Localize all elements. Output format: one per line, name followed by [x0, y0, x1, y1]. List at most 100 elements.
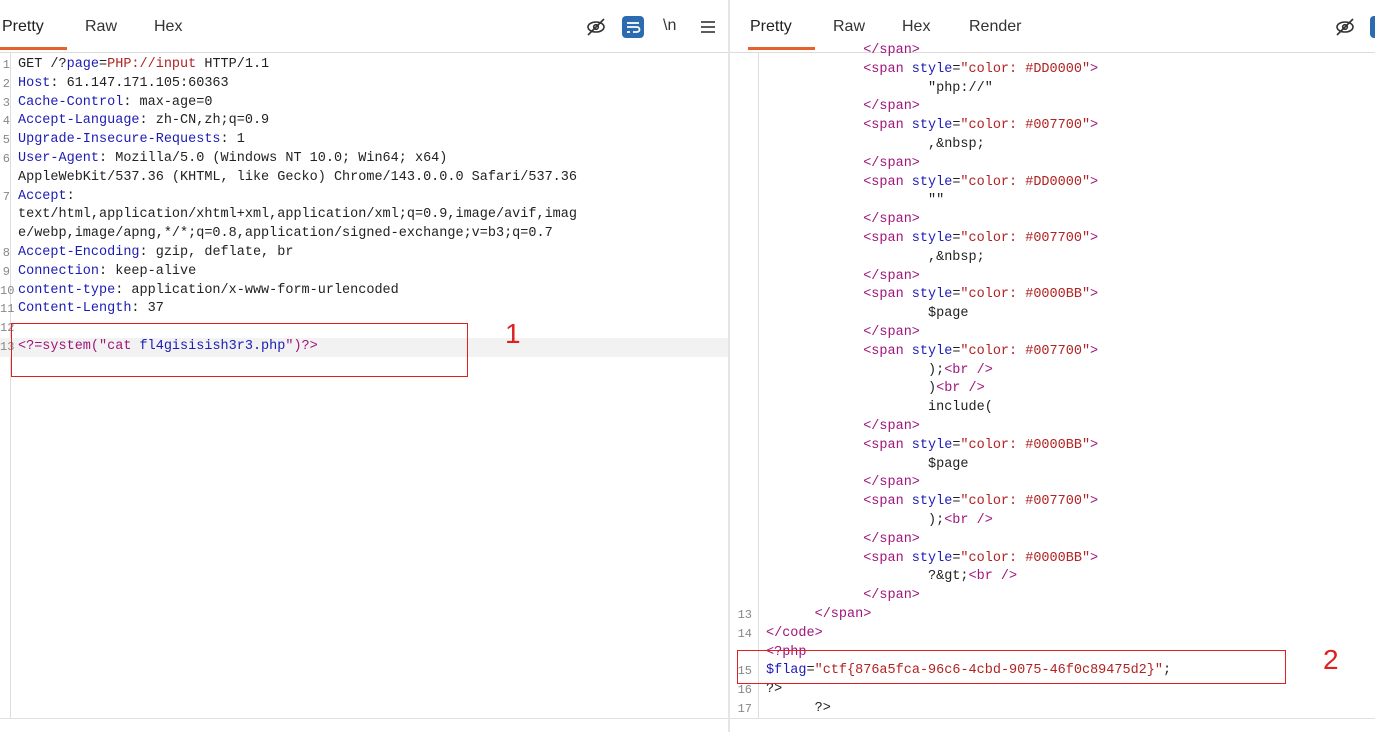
code-line: 17 ?> [730, 700, 1375, 719]
code-text: Connection: keep-alive [18, 263, 197, 279]
line-number: 8 [2, 246, 10, 260]
wrap-lines-icon[interactable] [1370, 16, 1375, 38]
code-text: <span style="color: #0000BB"> [863, 287, 1099, 303]
code-line: $page [730, 456, 1375, 475]
code-text: Content-Length: 37 [18, 301, 164, 317]
tab-hex[interactable]: Hex [902, 18, 930, 36]
code-text: User-Agent: Mozilla/5.0 (Windows NT 10.0… [18, 151, 448, 166]
code-line[interactable]: 8 Accept-Encoding: gzip, deflate, br [0, 244, 728, 263]
code-line: </span> [730, 155, 1375, 174]
request-tabbar: Pretty Raw Hex \n [0, 0, 728, 53]
code-text: <span style="color: #DD0000"> [863, 61, 1099, 77]
line-number: 4 [2, 114, 10, 129]
code-text: <span style="color: #0000BB"> [863, 437, 1099, 453]
tab-pretty[interactable]: Pretty [2, 18, 44, 36]
line-number: 9 [2, 264, 10, 279]
code-line[interactable]: 4 Accept-Language: zh-CN,zh;q=0.9 [0, 112, 728, 131]
code-line: </span> [730, 531, 1375, 550]
response-pane: Pretty Raw Hex Render </span> <span style… [730, 0, 1375, 732]
code-line[interactable]: 11 Content-Length: 37 [0, 300, 728, 319]
eye-off-icon[interactable] [585, 16, 607, 38]
line-number: 11 [0, 302, 15, 317]
line-number: 7 [2, 189, 10, 204]
pane-bottom-border [0, 718, 728, 719]
code-text: Accept-Encoding: gzip, deflate, br [18, 245, 294, 260]
tab-hex[interactable]: Hex [154, 18, 182, 36]
code-line: ?&gt;<br /> [730, 568, 1375, 587]
code-line: );<br /> [730, 512, 1375, 531]
code-text: <span style="color: #DD0000"> [863, 174, 1099, 190]
line-number: 5 [2, 133, 10, 148]
code-text: GET /?page=PHP://input HTTP/1.1 [18, 57, 270, 72]
code-line: <span style="color: #007700"> [730, 343, 1375, 362]
code-line[interactable]: 5 Upgrade-Insecure-Requests: 1 [0, 131, 728, 150]
tab-render[interactable]: Render [969, 18, 1021, 36]
code-line: </span> [730, 324, 1375, 343]
code-line[interactable]: 9 Connection: keep-alive [0, 263, 728, 282]
code-text: $page [928, 456, 969, 472]
code-line: ,&nbsp; [730, 249, 1375, 268]
code-line[interactable]: 1 GET /?page=PHP://input HTTP/1.1 [0, 56, 728, 75]
code-line: <span style="color: #DD0000"> [730, 174, 1375, 193]
code-text: <span style="color: #007700"> [863, 118, 1099, 134]
tab-raw[interactable]: Raw [833, 18, 865, 36]
code-line: <span style="color: #0000BB"> [730, 286, 1375, 305]
code-text: <span style="color: #0000BB"> [863, 550, 1099, 566]
code-text: text/html,application/xhtml+xml,applicat… [18, 207, 577, 223]
line-number: 1 [2, 58, 10, 72]
code-text: )<br /> [928, 381, 985, 397]
code-text: </span> [863, 588, 920, 604]
line-number: 17 [737, 702, 752, 716]
tab-pretty[interactable]: Pretty [750, 18, 792, 36]
code-line: </span> [730, 587, 1375, 606]
code-line: </span> [730, 211, 1375, 230]
code-line: <span style="color: #007700"> [730, 493, 1375, 512]
code-text: </span> [863, 531, 920, 547]
code-text: Accept: [18, 188, 75, 204]
code-line: "php://" [730, 80, 1375, 99]
code-line: </span> [730, 42, 1375, 61]
code-text: </span> [863, 475, 920, 491]
code-line: </span> [730, 474, 1375, 493]
code-line: </span> [730, 418, 1375, 437]
code-text: ?> [766, 682, 783, 698]
annotation-box-1 [11, 323, 468, 377]
code-line[interactable]: 10 content-type: application/x-www-form-u… [0, 282, 728, 301]
code-text: e/webp,image/apng,*/*;q=0.8,application/… [18, 226, 553, 242]
hamburger-menu-icon[interactable] [697, 16, 719, 38]
code-text: </span> [863, 212, 920, 228]
code-line: <span style="color: #0000BB"> [730, 437, 1375, 456]
active-tab-underline [0, 47, 67, 50]
code-text: Host: 61.147.171.105:60363 [18, 75, 229, 91]
eye-off-icon[interactable] [1334, 16, 1356, 38]
code-text: content-type: application/x-www-form-url… [18, 282, 399, 298]
code-line[interactable]: 7 Accept: [0, 188, 728, 207]
code-text: </span> [863, 268, 920, 284]
newline-toggle[interactable]: \n [663, 17, 676, 35]
code-line: $page [730, 305, 1375, 324]
line-number: 12 [0, 321, 15, 336]
code-text: </span> [863, 155, 920, 171]
line-number: 14 [737, 626, 752, 641]
line-number: 13 [737, 608, 752, 622]
code-line: )<br /> [730, 380, 1375, 399]
code-text: "php://" [928, 80, 993, 96]
code-line[interactable]: AppleWebKit/537.36 (KHTML, like Gecko) C… [0, 169, 728, 188]
code-line: <span style="color: #DD0000"> [730, 61, 1375, 80]
tab-raw[interactable]: Raw [85, 18, 117, 36]
code-text: include( [928, 400, 993, 416]
code-line[interactable]: 3 Cache-Control: max-age=0 [0, 94, 728, 113]
annotation-box-2 [737, 650, 1286, 684]
code-line[interactable]: 6 User-Agent: Mozilla/5.0 (Windows NT 10.… [0, 150, 728, 169]
code-text: Cache-Control: max-age=0 [18, 94, 213, 110]
code-text: "" [928, 193, 945, 209]
wrap-lines-icon[interactable] [622, 16, 644, 38]
code-text: ?&gt;<br /> [928, 569, 1018, 585]
line-number: 3 [2, 95, 10, 110]
code-line: ,&nbsp; [730, 136, 1375, 155]
code-text: $page [928, 306, 969, 322]
code-line[interactable]: e/webp,image/apng,*/*;q=0.8,application/… [0, 225, 728, 244]
line-number: 13 [0, 340, 15, 354]
code-line[interactable]: 2 Host: 61.147.171.105:60363 [0, 75, 728, 94]
code-line[interactable]: text/html,application/xhtml+xml,applicat… [0, 206, 728, 225]
